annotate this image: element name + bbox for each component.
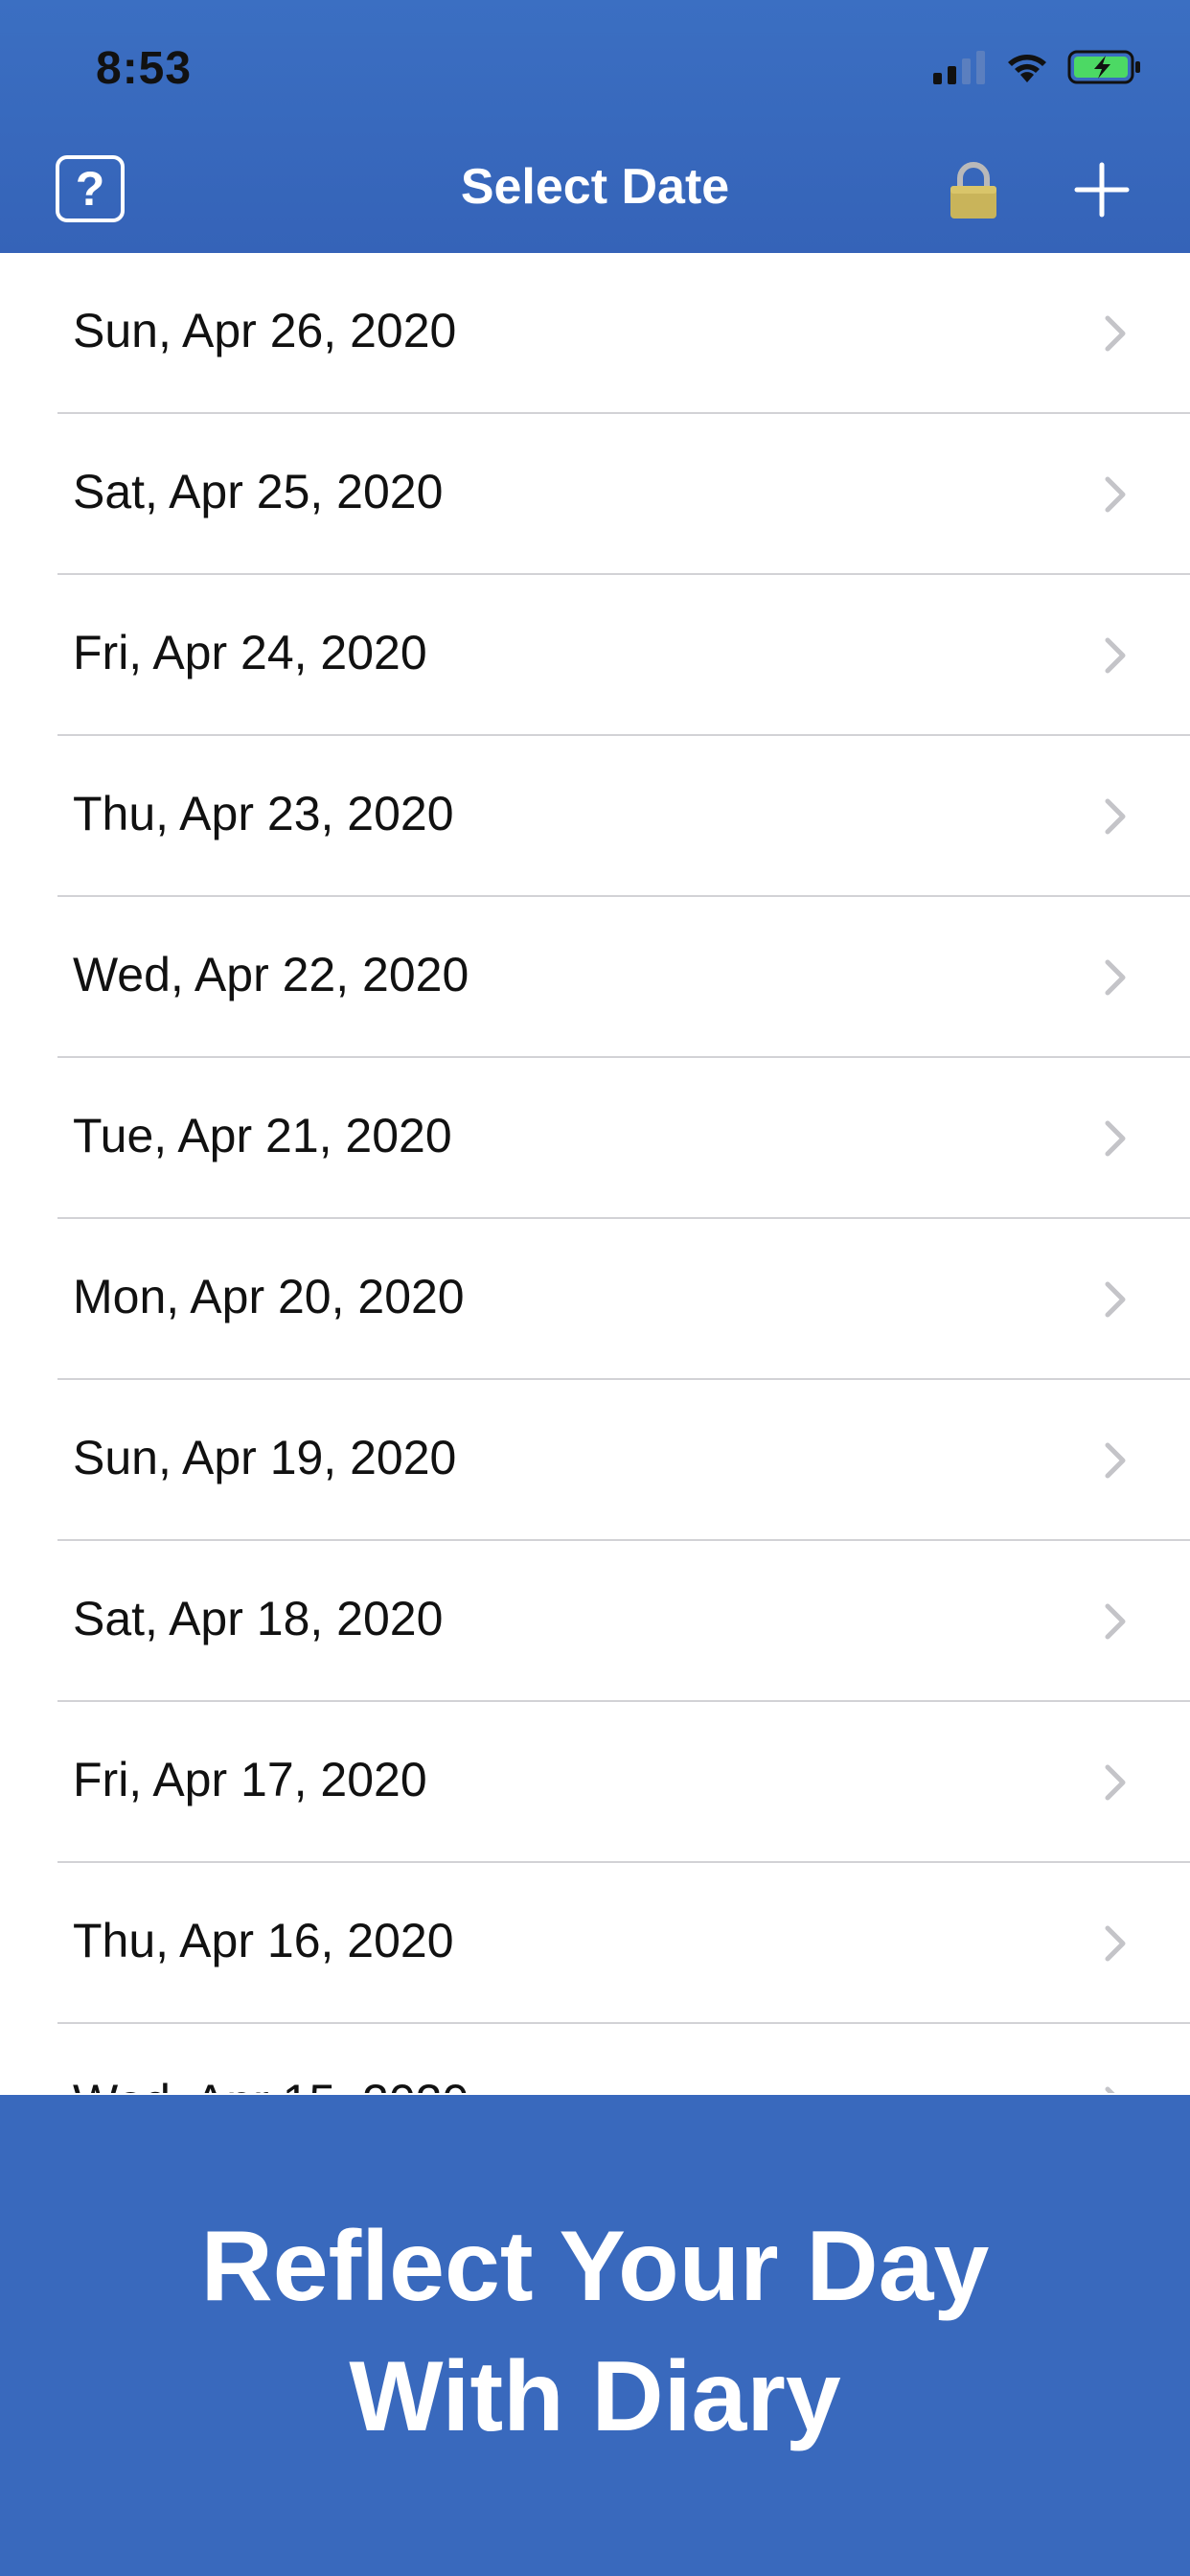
date-row[interactable]: Fri, Apr 24, 2020 — [0, 575, 1190, 736]
date-label: Fri, Apr 17, 2020 — [73, 1753, 427, 1806]
chevron-right-icon — [1105, 1281, 1126, 1318]
date-row[interactable]: Wed, Apr 15, 2020 — [0, 2024, 1190, 2093]
wifi-icon — [1008, 55, 1046, 82]
nav-bar: 8:53 ? Select Date — [0, 0, 1190, 253]
chevron-right-icon — [1105, 1120, 1126, 1157]
page-title: Select Date — [460, 159, 730, 215]
cellular-signal-icon — [933, 51, 985, 84]
chevron-right-icon — [1105, 2086, 1115, 2093]
status-icons — [933, 50, 1142, 84]
chevron-right-icon — [1105, 315, 1126, 352]
date-label: Fri, Apr 24, 2020 — [73, 626, 427, 679]
date-row[interactable]: Sun, Apr 19, 2020 — [0, 1380, 1190, 1541]
date-row[interactable]: Sat, Apr 18, 2020 — [0, 1541, 1190, 1702]
date-row[interactable]: Wed, Apr 22, 2020 — [0, 897, 1190, 1058]
date-row[interactable]: Sat, Apr 25, 2020 — [0, 414, 1190, 575]
date-row[interactable]: Tue, Apr 21, 2020 — [0, 1058, 1190, 1219]
promo-line-1: Reflect Your Day — [200, 2211, 990, 2322]
lock-button[interactable] — [947, 161, 1000, 220]
date-row[interactable]: Sun, Apr 26, 2020 — [0, 253, 1190, 414]
chevron-right-icon — [1105, 476, 1126, 513]
chevron-right-icon — [1105, 1925, 1126, 1962]
date-label: Sun, Apr 26, 2020 — [73, 304, 457, 357]
chevron-right-icon — [1105, 1764, 1126, 1801]
date-label: Sat, Apr 25, 2020 — [73, 465, 444, 518]
chevron-right-icon — [1105, 959, 1126, 996]
lock-icon — [950, 162, 996, 218]
date-label: Mon, Apr 20, 2020 — [73, 1270, 465, 1323]
date-row[interactable]: Thu, Apr 23, 2020 — [0, 736, 1190, 897]
plus-icon — [1074, 162, 1130, 218]
promo-banner: Reflect Your Day With Diary — [0, 2095, 1190, 2576]
date-row[interactable]: Mon, Apr 20, 2020 — [0, 1219, 1190, 1380]
status-time: 8:53 — [96, 43, 193, 94]
date-label: Wed, Apr 15, 2020 — [73, 2074, 469, 2093]
chevron-right-icon — [1105, 1442, 1126, 1479]
chevron-right-icon — [1105, 1603, 1126, 1640]
chevron-right-icon — [1105, 798, 1126, 835]
promo-text: Reflect Your Day With Diary — [201, 2201, 990, 2462]
date-label: Sun, Apr 19, 2020 — [73, 1431, 457, 1484]
date-label: Tue, Apr 21, 2020 — [73, 1109, 452, 1162]
date-label: Thu, Apr 23, 2020 — [73, 787, 454, 840]
date-label: Thu, Apr 16, 2020 — [73, 1914, 454, 1967]
date-list: Sun, Apr 26, 2020 Sat, Apr 25, 2020 Fri, A… — [0, 253, 1190, 2093]
date-label: Sat, Apr 18, 2020 — [73, 1592, 444, 1645]
promo-line-2: With Diary — [349, 2341, 841, 2452]
date-row[interactable]: Fri, Apr 17, 2020 — [0, 1702, 1190, 1863]
date-label: Wed, Apr 22, 2020 — [73, 948, 469, 1001]
date-row[interactable]: Thu, Apr 16, 2020 — [0, 1863, 1190, 2024]
add-entry-button[interactable] — [1073, 161, 1131, 218]
chevron-right-icon — [1105, 637, 1126, 674]
battery-charging-icon — [1067, 50, 1140, 84]
